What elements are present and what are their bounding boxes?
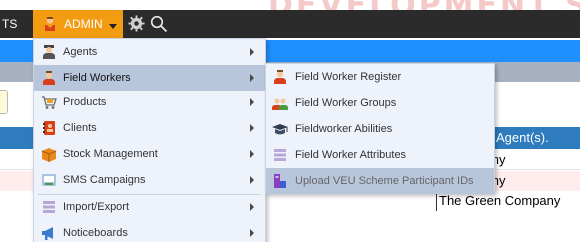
megaphone-icon <box>42 227 53 240</box>
menu-item-import-export[interactable]: Import/Export <box>34 194 265 220</box>
chevron-down-icon <box>108 23 117 29</box>
menu-item-clients[interactable]: Clients <box>34 115 265 141</box>
submenu-arrow-icon <box>250 176 254 184</box>
menu-item-label: Stock Management <box>63 148 158 160</box>
field-workers-submenu: Field Worker Register Field Worker Group… <box>265 63 495 194</box>
submenu-arrow-icon <box>250 48 254 56</box>
admin-dropdown-menu: Agents Field Workers Products Clients St… <box>33 38 266 242</box>
upload-icon <box>274 174 286 188</box>
menu-item-stock-management[interactable]: Stock Management <box>34 141 265 167</box>
submenu-arrow-icon <box>250 203 254 211</box>
submenu-item-field-worker-attributes[interactable]: Field Worker Attributes <box>266 142 494 168</box>
table-cell: The Green Company <box>439 193 561 208</box>
column-divider <box>436 191 437 211</box>
group-icon <box>272 98 288 110</box>
submenu-arrow-icon <box>250 98 254 106</box>
submenu-item-upload-veu-scheme-participant-ids[interactable]: Upload VEU Scheme Participant IDs <box>266 168 494 194</box>
submenu-item-label: Field Worker Register <box>295 71 402 83</box>
menu-item-label: SMS Campaigns <box>63 174 146 186</box>
app-screen: DEVELOPMENT SYSTE TS ADMIN Agen <box>0 0 580 242</box>
person-icon <box>274 70 286 84</box>
graduation-cap-icon <box>272 124 288 135</box>
admin-menu-button[interactable]: ADMIN <box>33 10 123 38</box>
cart-icon <box>42 96 57 109</box>
submenu-arrow-icon <box>250 74 254 82</box>
menu-item-label: Import/Export <box>63 201 130 213</box>
submenu-arrow-icon <box>250 150 254 158</box>
menu-item-label: Clients <box>63 122 97 134</box>
search-icon[interactable] <box>150 15 168 33</box>
field-worker-icon <box>43 71 55 85</box>
contact-book-icon <box>43 121 55 135</box>
sms-icon <box>42 174 56 186</box>
box-icon <box>41 148 57 162</box>
submenu-item-label: Upload VEU Scheme Participant IDs <box>295 175 474 187</box>
submenu-item-fieldworker-abilities[interactable]: Fieldworker Abilities <box>266 116 494 142</box>
submenu-arrow-icon <box>250 229 254 237</box>
menu-item-label: Noticeboards <box>63 227 128 239</box>
submenu-item-label: Fieldworker Abilities <box>295 123 393 135</box>
menu-item-products[interactable]: Products <box>34 89 265 115</box>
admin-person-icon <box>45 17 55 31</box>
nav-item-truncated[interactable]: TS <box>0 10 17 38</box>
menu-item-noticeboards[interactable]: Noticeboards <box>34 220 265 242</box>
admin-menu-label: ADMIN <box>64 17 103 31</box>
agent-icon <box>43 45 55 59</box>
filter-input[interactable] <box>0 90 8 114</box>
menu-item-field-workers[interactable]: Field Workers <box>34 65 265 91</box>
menu-item-label: Agents <box>63 46 98 58</box>
submenu-item-field-worker-register[interactable]: Field Worker Register <box>266 64 494 90</box>
menu-item-label: Products <box>63 96 107 108</box>
menu-item-sms-campaigns[interactable]: SMS Campaigns <box>34 167 265 193</box>
submenu-item-field-worker-groups[interactable]: Field Worker Groups <box>266 90 494 116</box>
menu-item-agents[interactable]: Agents <box>34 39 265 65</box>
gear-icon[interactable] <box>128 15 145 32</box>
submenu-item-label: Field Worker Groups <box>295 97 397 109</box>
list-icon <box>274 149 286 161</box>
submenu-arrow-icon <box>250 124 254 132</box>
column-header-agents[interactable]: Agent(s). <box>496 130 549 145</box>
submenu-item-label: Field Worker Attributes <box>295 149 407 161</box>
menu-item-label: Field Workers <box>63 72 131 84</box>
import-export-icon <box>43 201 55 213</box>
